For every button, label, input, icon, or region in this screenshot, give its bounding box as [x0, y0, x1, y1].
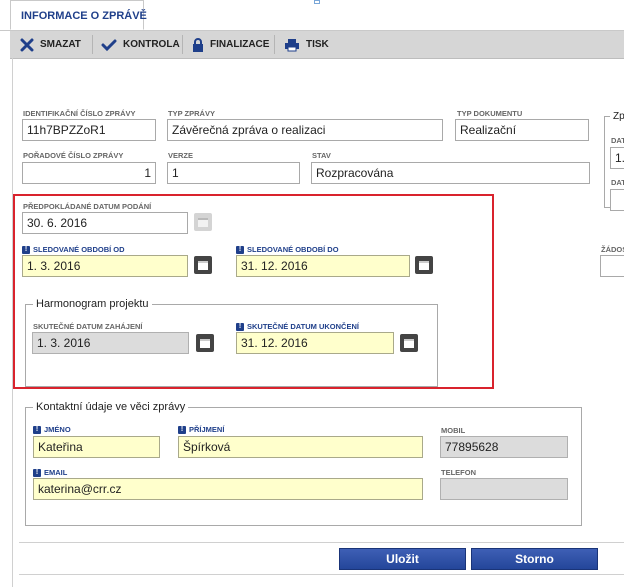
- save-button[interactable]: Uložit: [339, 548, 466, 570]
- required-icon: !: [22, 246, 30, 255]
- last-name-label-text: PŘÍJMENÍ: [189, 425, 225, 434]
- period-to-field[interactable]: 31. 12. 2016: [236, 255, 410, 277]
- first-name-label: ! JMÉNO: [33, 425, 71, 435]
- actual-end-label: ! SKUTEČNÉ DATUM UKONČENÍ: [236, 322, 359, 332]
- toolbar-divider: [92, 35, 93, 54]
- document-type-field[interactable]: Realizační: [455, 119, 589, 141]
- order-number-field[interactable]: 1: [22, 162, 156, 184]
- right-panel-label: ŽÁDOS: [601, 245, 624, 254]
- delete-label: SMAZAT: [40, 39, 81, 50]
- calendar-icon[interactable]: [415, 256, 433, 274]
- printer-icon: [285, 38, 299, 51]
- state-field[interactable]: Rozpracována: [311, 162, 590, 184]
- mobile-field[interactable]: 77895628: [440, 436, 568, 458]
- checkmark-icon: [101, 39, 117, 51]
- document-type-label: TYP DOKUMENTU: [457, 109, 523, 118]
- right-panel-label: DAT: [611, 136, 624, 145]
- tab-label: INFORMACE O ZPRÁVĚ: [21, 10, 147, 22]
- contact-legend: Kontaktní údaje ve věci zprávy: [33, 401, 189, 413]
- cancel-button[interactable]: Storno: [471, 548, 598, 570]
- harmonogram-legend: Harmonogram projektu: [33, 298, 152, 310]
- expected-date-field[interactable]: 30. 6. 2016: [22, 212, 188, 234]
- period-from-field[interactable]: 1. 3. 2016: [22, 255, 188, 277]
- phone-label: TELEFON: [441, 468, 476, 477]
- toolbar-divider: [274, 35, 275, 54]
- finalize-button[interactable]: FINALIZACE: [192, 31, 269, 58]
- actual-start-label: SKUTEČNÉ DATUM ZAHÁJENÍ: [33, 322, 143, 331]
- order-number-label: POŘADOVÉ ČÍSLO ZPRÁVY: [23, 151, 124, 160]
- resize-handle: [314, 0, 320, 4]
- footer-divider: [19, 542, 624, 543]
- right-panel-field[interactable]: [610, 189, 624, 211]
- calendar-icon[interactable]: [194, 256, 212, 274]
- footer-divider: [19, 574, 624, 575]
- period-to-label-text: SLEDOVANÉ OBDOBÍ DO: [247, 245, 339, 254]
- mobile-label: MOBIL: [441, 426, 466, 435]
- period-from-label: ! SLEDOVANÉ OBDOBÍ OD: [22, 245, 125, 255]
- last-name-label: ! PŘÍJMENÍ: [178, 425, 225, 435]
- version-field[interactable]: 1: [167, 162, 300, 184]
- contact-group: [25, 407, 582, 526]
- report-id-label: IDENTIFIKAČNÍ ČÍSLO ZPRÁVY: [23, 109, 136, 118]
- right-panel-legend: Zp: [610, 111, 624, 122]
- required-icon: !: [178, 426, 186, 435]
- period-from-label-text: SLEDOVANÉ OBDOBÍ OD: [33, 245, 125, 254]
- right-panel-field[interactable]: 1.: [610, 147, 624, 169]
- report-type-label: TYP ZPRÁVY: [168, 109, 215, 118]
- right-panel-label: DAT: [611, 178, 624, 187]
- print-button[interactable]: TISK: [284, 31, 329, 58]
- tab-report-info[interactable]: INFORMACE O ZPRÁVĚ: [10, 0, 147, 30]
- required-icon: !: [236, 323, 244, 332]
- report-id-field[interactable]: 11h7BPZZoR1: [22, 119, 156, 141]
- check-label: KONTROLA: [123, 39, 180, 50]
- right-panel-field[interactable]: [600, 255, 624, 277]
- delete-button[interactable]: SMAZAT: [20, 31, 81, 58]
- calendar-icon: [194, 213, 212, 231]
- actual-end-field[interactable]: 31. 12. 2016: [236, 332, 394, 354]
- email-label: ! EMAIL: [33, 468, 68, 478]
- last-name-field[interactable]: Špírková: [178, 436, 423, 458]
- print-label: TISK: [306, 39, 329, 50]
- first-name-label-text: JMÉNO: [44, 425, 71, 434]
- toolbar-divider: [182, 35, 183, 54]
- lock-icon: [193, 37, 203, 52]
- check-button[interactable]: KONTROLA: [101, 31, 180, 58]
- version-label: VERZE: [168, 151, 194, 160]
- email-label-text: EMAIL: [44, 468, 68, 477]
- actual-start-field[interactable]: 1. 3. 2016: [32, 332, 189, 354]
- calendar-icon[interactable]: [196, 334, 214, 352]
- report-type-field[interactable]: Závěrečná zpráva o realizaci: [167, 119, 443, 141]
- calendar-icon[interactable]: [400, 334, 418, 352]
- finalize-label: FINALIZACE: [210, 39, 270, 50]
- required-icon: !: [33, 469, 41, 478]
- toolbar: SMAZAT KONTROLA FINALIZACE TISK: [10, 31, 624, 59]
- phone-field[interactable]: [440, 478, 568, 500]
- email-field[interactable]: katerina@crr.cz: [33, 478, 423, 500]
- close-icon: [20, 38, 34, 51]
- state-label: STAV: [312, 151, 331, 160]
- period-to-label: ! SLEDOVANÉ OBDOBÍ DO: [236, 245, 339, 255]
- required-icon: !: [236, 246, 244, 255]
- actual-end-label-text: SKUTEČNÉ DATUM UKONČENÍ: [247, 322, 359, 331]
- required-icon: !: [33, 426, 41, 435]
- first-name-field[interactable]: Kateřina: [33, 436, 160, 458]
- expected-date-label: PŘEDPOKLÁDANÉ DATUM PODÁNÍ: [23, 202, 152, 211]
